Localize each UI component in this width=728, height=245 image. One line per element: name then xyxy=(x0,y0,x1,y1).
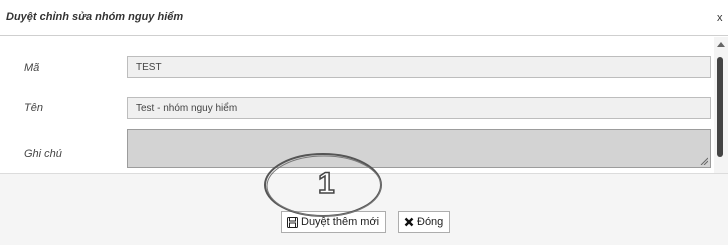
ma-field[interactable]: TEST xyxy=(127,56,711,78)
dialog-title: Duyệt chỉnh sửa nhóm nguy hiểm xyxy=(6,11,184,23)
ten-field[interactable]: Test - nhóm nguy hiểm xyxy=(127,97,711,119)
scroll-up-icon[interactable] xyxy=(717,42,725,47)
annotation-number: 1 xyxy=(317,167,335,200)
close-button-label: Đóng xyxy=(417,216,444,228)
resize-handle-icon[interactable] xyxy=(700,157,708,165)
close-icon[interactable]: x xyxy=(717,12,723,24)
vertical-scrollbar[interactable] xyxy=(714,37,728,173)
dialog-header: Duyệt chỉnh sửa nhóm nguy hiểm x xyxy=(0,0,728,36)
scroll-thumb[interactable] xyxy=(717,57,723,157)
ma-label: Mã xyxy=(24,62,40,74)
ghichu-textarea[interactable] xyxy=(127,129,711,168)
ghichu-label: Ghi chú xyxy=(24,148,62,160)
close-button[interactable]: Đóng xyxy=(398,211,451,233)
ten-label: Tên xyxy=(24,102,43,114)
approve-dialog: Duyệt chỉnh sửa nhóm nguy hiểm x Mã TEST… xyxy=(0,0,728,245)
times-icon xyxy=(404,217,414,227)
